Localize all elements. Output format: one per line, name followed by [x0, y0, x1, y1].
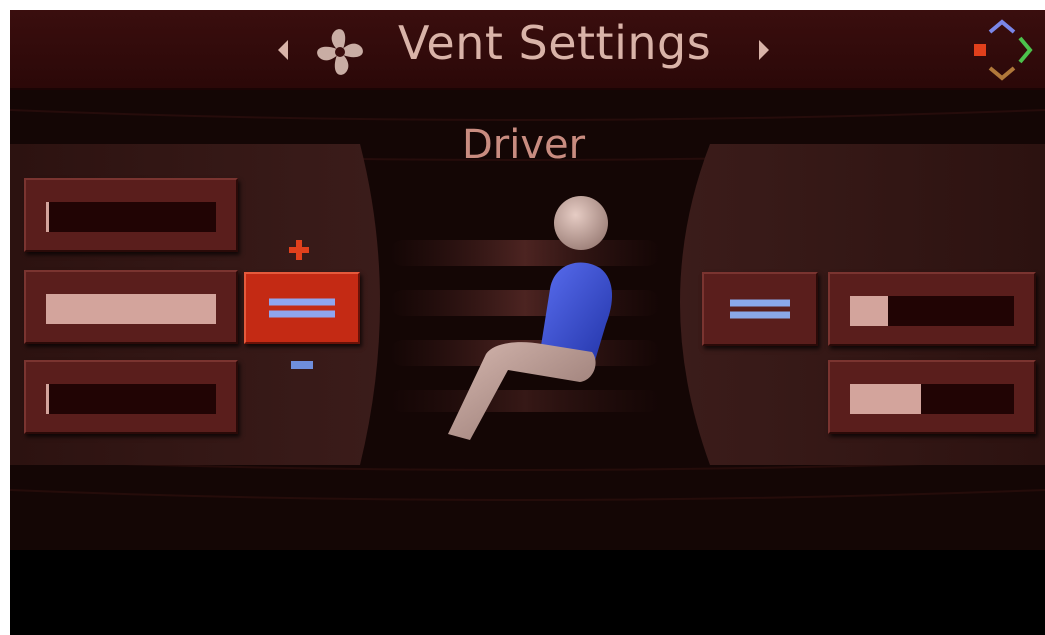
vent-level-bar: [46, 384, 216, 414]
vent-level-bar: [46, 294, 216, 324]
chevron-left-icon[interactable]: [278, 40, 288, 60]
left-vent-direction-toggle[interactable]: [244, 272, 360, 344]
equals-icon: [269, 294, 335, 323]
vent-panel: Driver: [10, 90, 1045, 550]
vent-level-fill: [46, 294, 216, 324]
right-vent-upper-button[interactable]: [828, 272, 1036, 346]
vent-level-bar: [850, 384, 1014, 414]
left-vent-middle-button[interactable]: [24, 270, 238, 344]
chevron-right-icon[interactable]: [759, 40, 769, 60]
page-title: Vent Settings: [398, 16, 712, 70]
driver-seat-icon: [448, 196, 613, 440]
vent-level-fill: [46, 202, 50, 232]
fan-icon: [317, 29, 363, 75]
vent-level-fill: [46, 384, 50, 414]
left-vent-lower-button[interactable]: [24, 360, 238, 434]
minus-icon[interactable]: [291, 361, 313, 369]
plus-icon[interactable]: [289, 240, 309, 260]
vent-settings-screen: Vent Settings Driver: [10, 10, 1045, 635]
right-vent-direction-toggle[interactable]: [702, 272, 818, 346]
vent-level-bar: [46, 202, 216, 232]
vent-level-bar: [850, 296, 1014, 326]
nav-compass-icon: [974, 19, 1033, 81]
left-vent-upper-button[interactable]: [24, 178, 238, 252]
right-vent-lower-button[interactable]: [828, 360, 1036, 434]
vent-level-fill: [850, 296, 888, 326]
header-bar: Vent Settings: [10, 10, 1045, 90]
equals-icon: [730, 295, 790, 324]
vent-level-fill: [850, 384, 921, 414]
zone-label: Driver: [462, 122, 586, 168]
